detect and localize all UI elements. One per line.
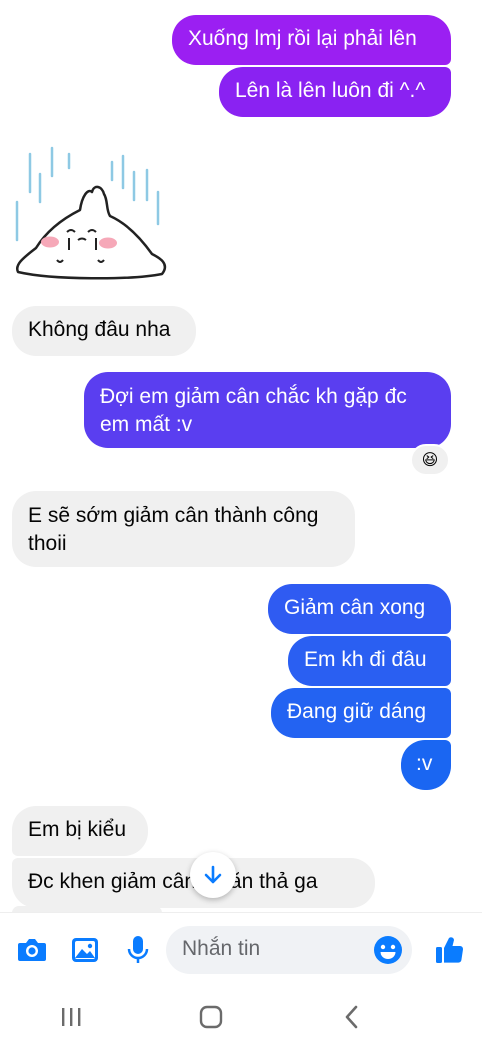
message-text-line: Đợi em giảm cân chắc kh gặp đc xyxy=(100,385,407,408)
image-icon[interactable] xyxy=(68,933,102,967)
message-text: Em bị kiểu xyxy=(28,818,127,841)
like-icon[interactable] xyxy=(432,933,466,967)
message-text: Lên là lên luôn đi ^.^ xyxy=(235,79,426,102)
message-input[interactable]: Nhắn tin xyxy=(166,926,412,974)
camera-icon[interactable] xyxy=(15,933,49,967)
message-outgoing[interactable]: Xuống lmj rồi lại phải lên xyxy=(172,15,451,65)
message-input-placeholder: Nhắn tin xyxy=(182,937,261,960)
message-text: Đc khen giảm cân về ăn thả ga xyxy=(28,870,318,893)
scroll-to-bottom-button[interactable] xyxy=(190,852,236,898)
message-text-line: em mất :v xyxy=(100,413,193,436)
home-icon[interactable] xyxy=(196,1002,226,1032)
recent-apps-icon[interactable] xyxy=(56,1002,86,1032)
message-text: :v xyxy=(416,752,433,775)
message-outgoing[interactable]: :v xyxy=(401,740,451,790)
crying-bunny-sticker[interactable] xyxy=(12,140,172,285)
microphone-icon[interactable] xyxy=(121,933,155,967)
message-outgoing[interactable]: Lên là lên luôn đi ^.^ xyxy=(219,67,451,117)
system-nav-bar xyxy=(0,986,482,1045)
emoji-icon[interactable] xyxy=(372,934,404,966)
message-outgoing[interactable]: Em kh đi đâu xyxy=(288,636,451,686)
message-incoming[interactable]: E sẽ sớm giảm cân thành công thoii xyxy=(12,491,355,567)
message-text-line: E sẽ sớm giảm cân thành công xyxy=(28,504,319,527)
reaction-emoji: 😆 xyxy=(421,452,439,469)
message-text: Em kh đi đâu xyxy=(304,648,427,671)
message-incoming[interactable]: Không đâu nha xyxy=(12,306,196,356)
message-list[interactable]: Xuống lmj rồi lại phải lên Lên là lên lu… xyxy=(0,0,482,912)
message-text: Đang giữ dáng xyxy=(287,700,426,723)
message-incoming[interactable]: Em bị kiểu xyxy=(12,806,148,856)
message-text-line: thoii xyxy=(28,532,67,555)
message-outgoing[interactable]: Đang giữ dáng xyxy=(271,688,451,738)
message-outgoing[interactable]: Đợi em giảm cân chắc kh gặp đc em mất :v xyxy=(84,372,451,448)
message-outgoing[interactable]: Giảm cân xong xyxy=(268,584,451,634)
message-text: Không đâu nha xyxy=(28,318,171,341)
back-icon[interactable] xyxy=(337,1002,367,1032)
arrow-down-icon xyxy=(204,865,222,884)
message-text: Giảm cân xong xyxy=(284,596,426,619)
composer-bar: Nhắn tin xyxy=(0,912,482,986)
laugh-reaction[interactable]: 😆 xyxy=(410,444,450,476)
message-text: Xuống lmj rồi lại phải lên xyxy=(188,27,417,50)
